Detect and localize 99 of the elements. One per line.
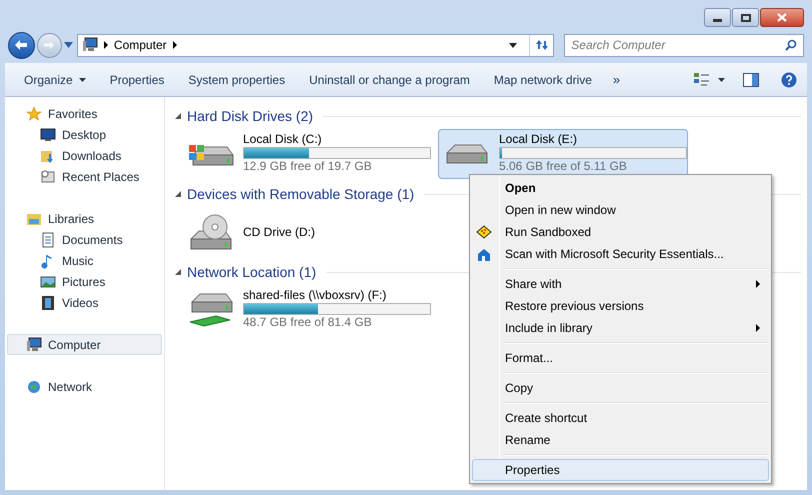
preview-pane-icon [743, 72, 759, 86]
globe-icon [26, 378, 42, 394]
menu-label: Run Sandboxed [505, 224, 592, 241]
sidebar-item[interactable]: Documents [7, 229, 162, 250]
menu-label: Restore previous versions [505, 298, 644, 315]
dropdown-icon [718, 78, 725, 82]
minimize-button[interactable] [704, 8, 731, 27]
computer-icon [26, 336, 42, 352]
search-box[interactable]: Search Computer [564, 34, 804, 56]
picture-icon [40, 274, 56, 290]
menu-label: Format... [505, 350, 554, 367]
breadcrumb-arrow-icon [172, 41, 177, 49]
free-space-text: 48.7 GB free of 81.4 GB [243, 315, 373, 329]
toolbar-button[interactable]: Uninstall or change a program [298, 68, 481, 92]
close-icon [777, 13, 787, 22]
menu-label: Rename [505, 432, 550, 449]
menu-item[interactable]: Scan with Microsoft Security Essentials... [472, 243, 769, 265]
hard-drive-icon [188, 142, 234, 166]
group-header: Network Location (1) [187, 262, 316, 282]
collapse-triangle-icon[interactable] [175, 269, 181, 275]
search-field[interactable]: Search Computer [571, 36, 785, 54]
maximize-button[interactable] [732, 8, 759, 27]
menu-item[interactable]: Include in library [472, 317, 769, 339]
collapse-triangle-icon[interactable] [175, 113, 181, 119]
sidebar-item[interactable]: Pictures [7, 271, 162, 292]
computer-icon [82, 37, 98, 53]
sidebar-item[interactable]: Videos [7, 292, 162, 313]
toolbar-button[interactable]: Properties [98, 68, 176, 92]
drive-tile[interactable]: Local Disk (E:) 5.06 GB free of 5.11 GB [438, 129, 688, 179]
drive-name: Local Disk (C:) [243, 132, 323, 147]
cd-drive-icon [190, 214, 232, 250]
drive-tile[interactable]: CD Drive (D:) [182, 207, 432, 257]
menu-label: Share with [505, 276, 562, 293]
group-header: Hard Disk Drives (2) [187, 106, 314, 126]
more-button[interactable]: » [604, 68, 628, 92]
help-icon [781, 72, 797, 88]
sandbox-icon [476, 225, 492, 239]
drive-name: CD Drive (D:) [243, 224, 315, 240]
menu-label: Open [505, 180, 536, 197]
sidebar-item[interactable]: Favorites [7, 103, 162, 124]
refresh-icon [534, 39, 549, 51]
address-bar[interactable]: Computer [76, 34, 554, 56]
sidebar-item[interactable]: Downloads [7, 145, 162, 166]
forward-arrow-icon [43, 40, 56, 50]
sidebar-item[interactable]: Libraries [7, 208, 162, 229]
history-dropdown-icon[interactable] [64, 42, 73, 48]
close-button[interactable] [760, 8, 804, 27]
menu-label: Create shortcut [505, 410, 588, 427]
free-space-text: 5.06 GB free of 5.11 GB [499, 159, 628, 173]
menu-item[interactable]: Open in new window [472, 199, 769, 221]
film-icon [40, 294, 56, 310]
drive-name: Local Disk (E:) [499, 132, 578, 147]
menu-item[interactable]: Restore previous versions [472, 295, 769, 317]
menu-item[interactable]: Properties [472, 459, 769, 481]
menu-item[interactable]: Share with [472, 273, 769, 295]
menu-label: Properties [505, 462, 560, 479]
dropdown-icon [78, 78, 86, 82]
menu-label: Include in library [505, 320, 592, 337]
free-space-text: 12.9 GB free of 19.7 GB [243, 159, 373, 173]
group-header: Devices with Removable Storage (1) [187, 184, 414, 204]
drive-tile[interactable]: Local Disk (C:) 12.9 GB free of 19.7 GB [182, 129, 432, 179]
submenu-arrow-icon [756, 324, 760, 332]
sidebar-item[interactable]: Computer [7, 334, 162, 355]
star-icon [26, 106, 42, 122]
menu-label: Copy [505, 380, 534, 397]
document-icon [40, 232, 56, 248]
sidebar-item[interactable]: Network [7, 376, 162, 397]
network-drive-icon [189, 293, 233, 327]
back-arrow-icon [14, 39, 28, 51]
address-path: Computer [114, 37, 167, 54]
minimize-icon [713, 18, 722, 22]
breadcrumb-arrow-icon [104, 41, 108, 49]
menu-item[interactable]: Copy [472, 377, 769, 399]
menu-item[interactable]: Format... [472, 347, 769, 369]
menu-item[interactable]: Run Sandboxed [472, 221, 769, 243]
menu-item[interactable]: Create shortcut [472, 407, 769, 429]
back-button[interactable] [8, 32, 35, 58]
toolbar-button[interactable]: System properties [177, 68, 296, 92]
menu-item[interactable]: Open [472, 177, 769, 199]
menu-label: Open in new window [505, 202, 616, 219]
submenu-arrow-icon [756, 280, 760, 288]
view-list-icon [694, 72, 710, 86]
sidebar-item[interactable]: Music [7, 250, 162, 271]
dropdown-icon[interactable] [509, 42, 518, 48]
toolbar-button[interactable]: Organize [13, 68, 97, 92]
drive-tile[interactable]: shared-files (\\vboxsrv) (F:) 48.7 GB free of 81.4 GB [182, 285, 432, 335]
drive-name: shared-files (\\vboxsrv) (F:) [243, 288, 388, 303]
toolbar-button[interactable]: Map network drive [482, 68, 603, 92]
hard-drive-icon [446, 144, 488, 164]
search-icon [785, 39, 797, 51]
sidebar-item[interactable]: Recent Places [7, 166, 162, 187]
house-icon [477, 247, 491, 261]
monitor-icon [40, 126, 56, 142]
restore-icon [740, 14, 750, 22]
menu-label: Scan with Microsoft Security Essentials... [505, 246, 724, 263]
menu-item[interactable]: Rename [472, 429, 769, 451]
collapse-triangle-icon[interactable] [175, 191, 181, 197]
sidebar-item[interactable]: Desktop [7, 124, 162, 145]
recent-places-icon [40, 168, 56, 184]
